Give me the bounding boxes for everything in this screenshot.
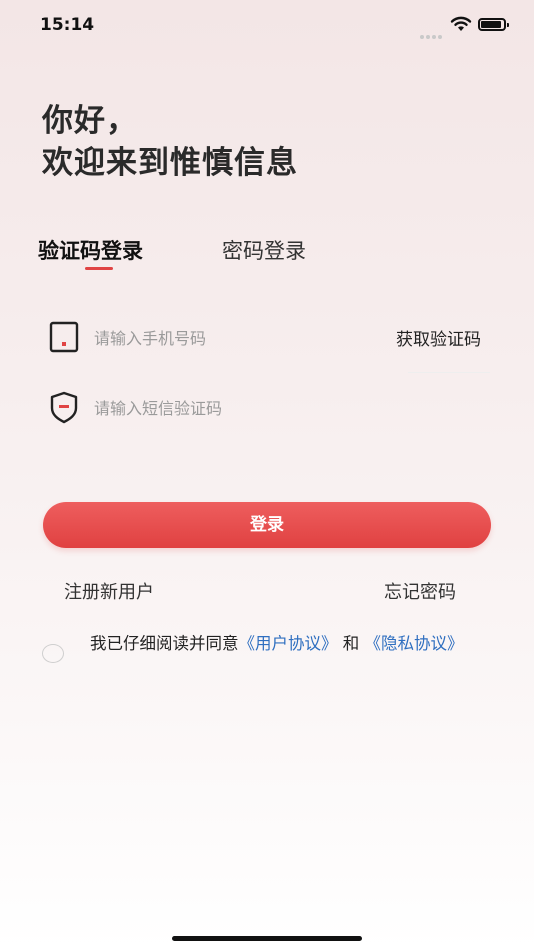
phone-icon (49, 321, 79, 353)
privacy-policy-link[interactable]: 《隐私协议》 (365, 634, 464, 653)
agreement-prefix: 我已仔细阅读并同意 (90, 634, 239, 653)
tab-active-indicator (85, 267, 113, 270)
register-link[interactable]: 注册新用户 (64, 578, 154, 604)
tab-code-login[interactable]: 验证码登录 (38, 235, 143, 265)
greeting: 你好， 欢迎来到惟慎信息 (42, 100, 298, 184)
cellular-signal-icon (420, 24, 446, 39)
home-indicator (172, 936, 362, 941)
phone-field: 获取验证码 (48, 320, 498, 373)
phone-input[interactable] (92, 324, 376, 352)
user-agreement-link[interactable]: 《用户协议》 (239, 634, 338, 653)
login-button[interactable]: 登录 (43, 502, 491, 548)
divider (408, 372, 490, 373)
agreement-radio[interactable] (42, 644, 64, 663)
battery-icon (478, 18, 509, 31)
shield-icon (50, 391, 78, 424)
greeting-line1: 你好， (42, 103, 138, 139)
sms-code-field (48, 390, 498, 426)
agreement-text: 我已仔细阅读并同意《用户协议》 和 《隐私协议》 (90, 632, 490, 655)
status-bar: 15:14 (0, 0, 534, 50)
wifi-icon (450, 16, 472, 31)
tab-password-login[interactable]: 密码登录 (222, 235, 306, 265)
get-code-button[interactable]: 获取验证码 (396, 325, 481, 350)
login-tabs: 验证码登录 密码登录 (38, 235, 498, 275)
forgot-password-link[interactable]: 忘记密码 (384, 578, 456, 604)
agreement-connector: 和 (342, 634, 360, 653)
sms-code-input[interactable] (92, 394, 376, 422)
status-time: 15:14 (40, 15, 95, 35)
greeting-line2: 欢迎来到惟慎信息 (42, 145, 298, 181)
